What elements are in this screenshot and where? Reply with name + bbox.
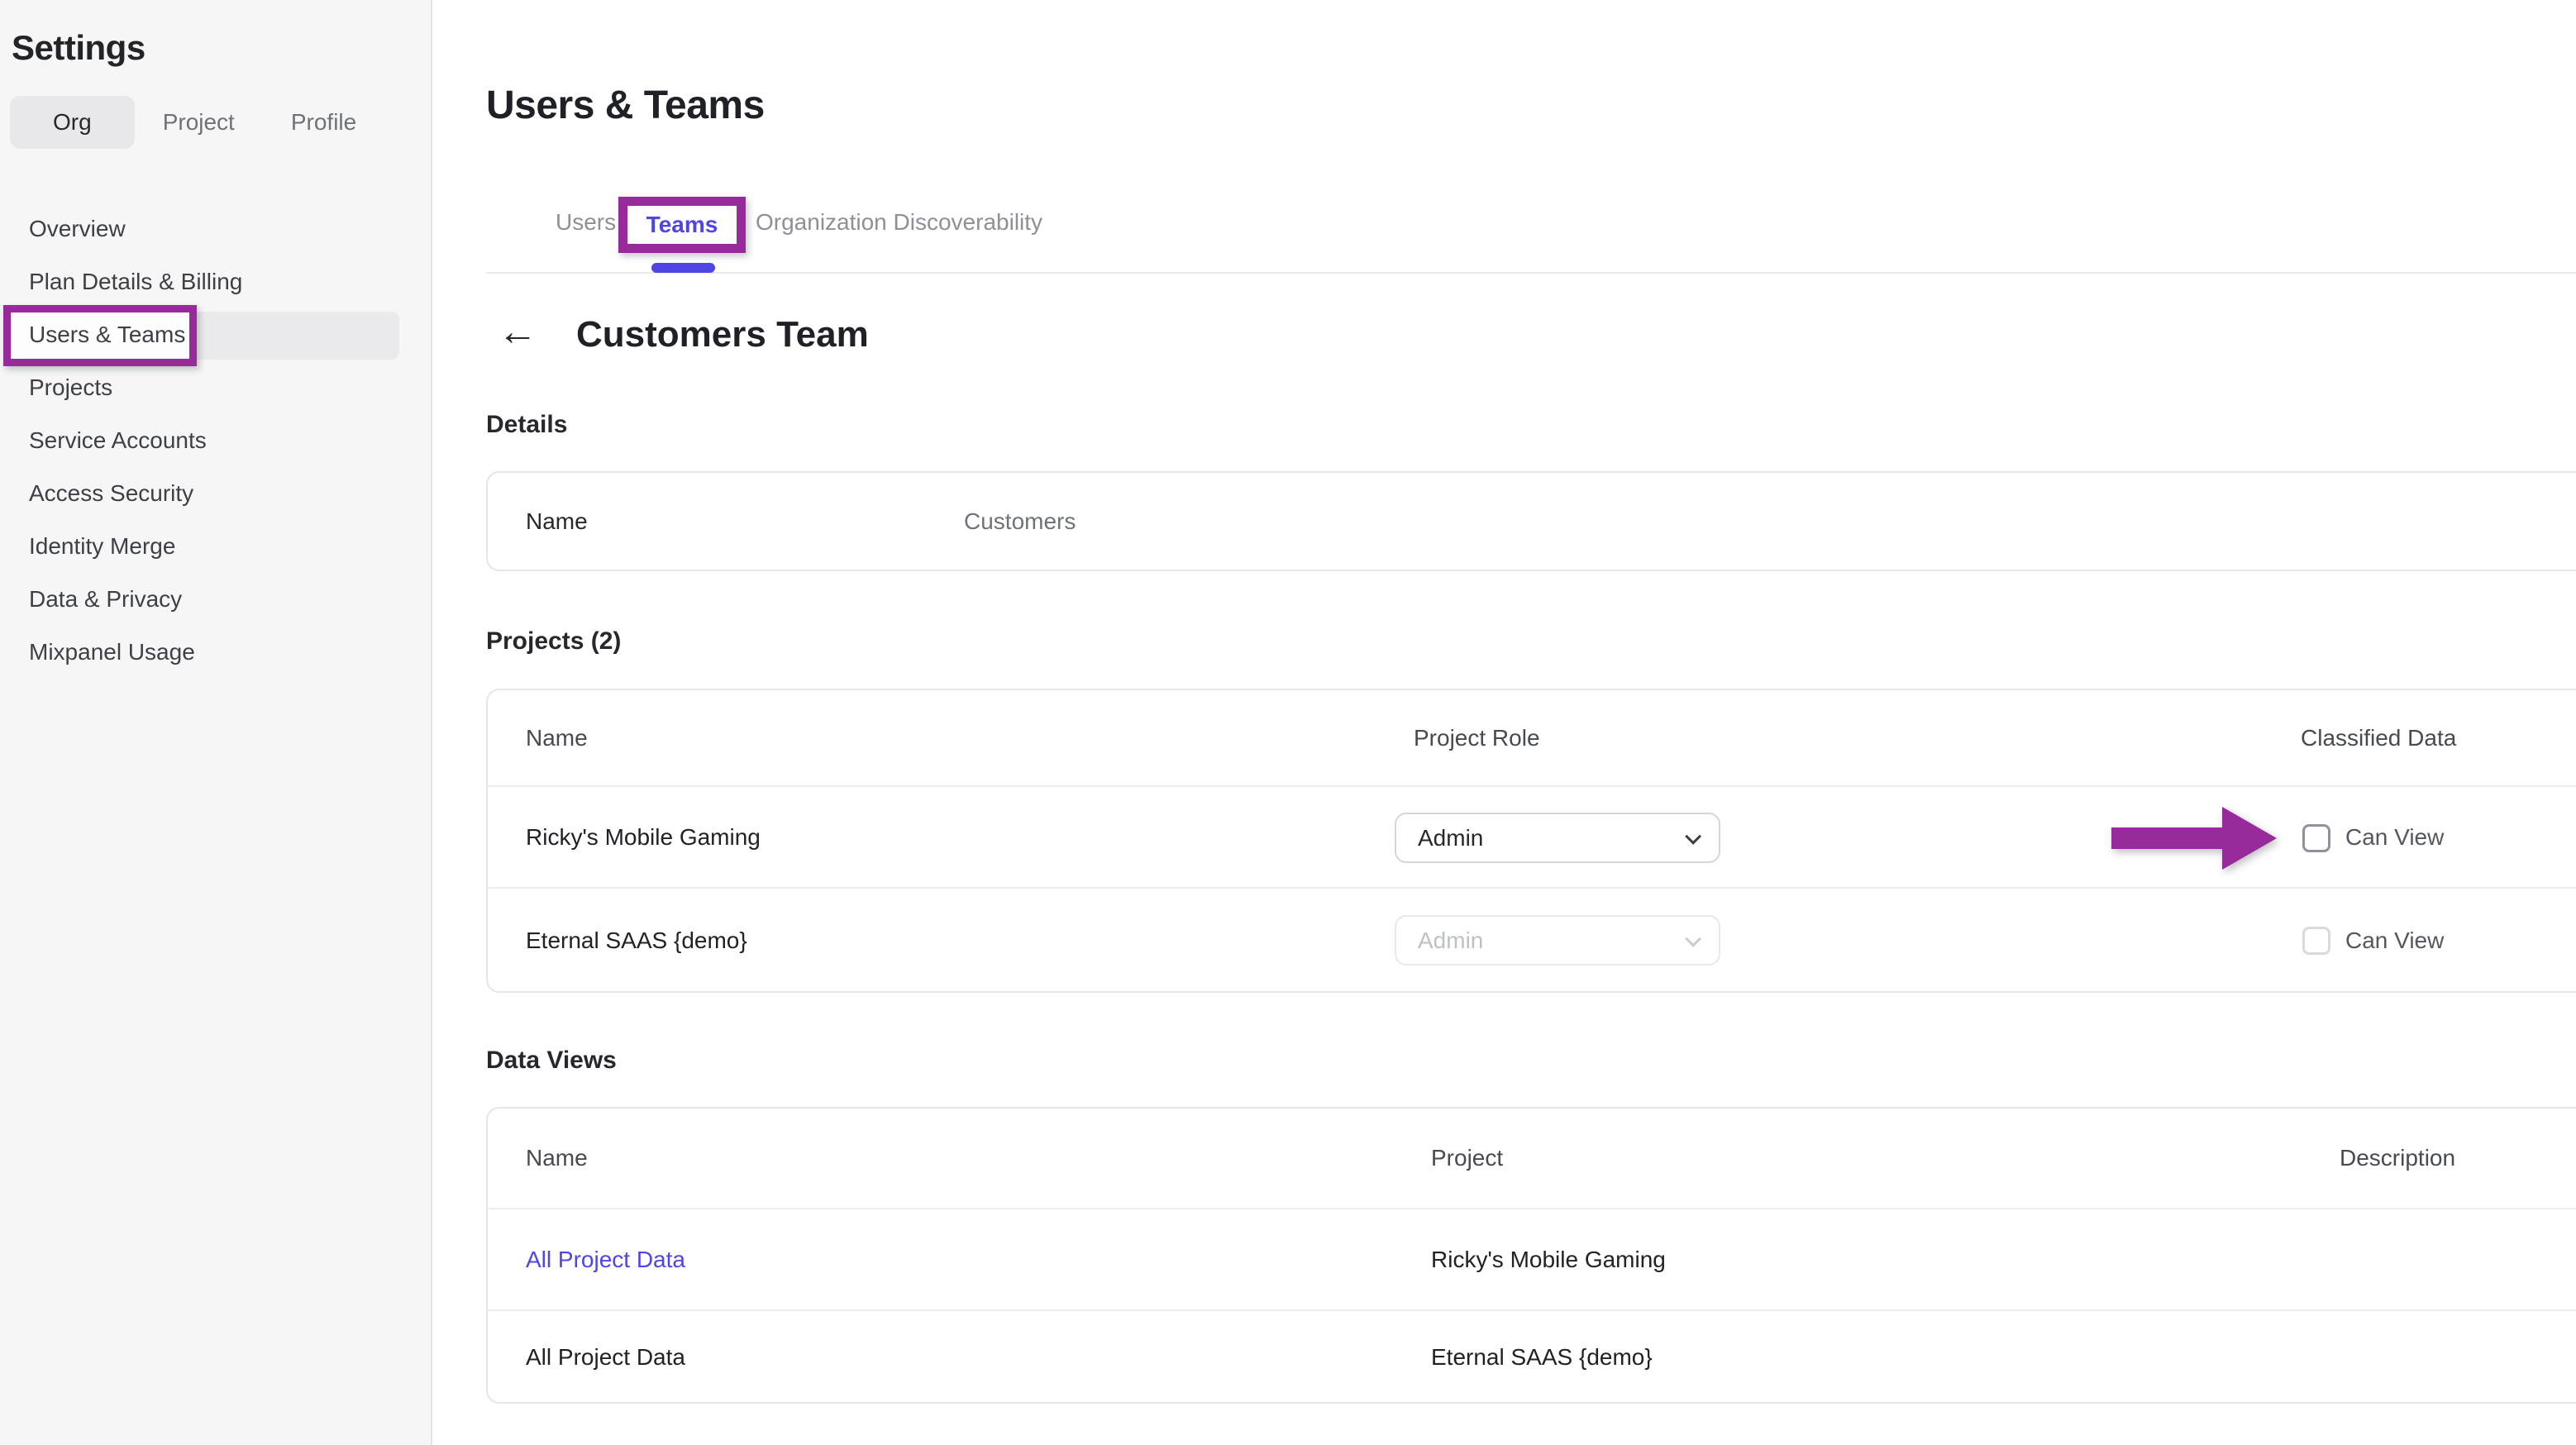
active-tab-indicator	[651, 263, 715, 273]
sidebar-item-access-security[interactable]: Access Security	[0, 467, 431, 520]
col-header-description: Description	[2340, 1109, 2455, 1208]
tab-users[interactable]: Users	[556, 204, 616, 241]
team-title: Customers Team	[576, 314, 869, 355]
data-views-table-header: Name Project Description	[488, 1109, 2576, 1209]
annotation-box-teams: Teams	[618, 197, 746, 253]
projects-table-header: Name Project Role Classified Data	[488, 690, 2576, 787]
col-header-project: Project	[1431, 1109, 1503, 1208]
data-view-row: All Project Data Eternal SAAS {demo}	[488, 1311, 2576, 1404]
project-role-value: Admin	[1418, 928, 1483, 954]
can-view-checkbox[interactable]	[2302, 824, 2330, 852]
sidebar-nav: Overview Plan Details & Billing Users & …	[0, 203, 431, 679]
tab-organization-discoverability[interactable]: Organization Discoverability	[756, 204, 1042, 241]
page-title: Users & Teams	[486, 83, 765, 128]
sidebar-item-data-privacy[interactable]: Data & Privacy	[0, 573, 431, 626]
sidebar-item-service-accounts[interactable]: Service Accounts	[0, 414, 431, 467]
details-name-value: Customers	[964, 473, 1076, 570]
data-view-project: Eternal SAAS {demo}	[1431, 1311, 1653, 1404]
sidebar-item-users-teams[interactable]: Users & Teams	[0, 308, 431, 361]
settings-sidebar: Settings Org Project Profile Overview Pl…	[0, 0, 432, 1445]
data-view-project: Ricky's Mobile Gaming	[1431, 1209, 1666, 1309]
project-row-rickys-mobile-gaming: Ricky's Mobile Gaming Admin Can View	[488, 787, 2576, 889]
scope-tab-project[interactable]: Project	[135, 96, 263, 149]
settings-title: Settings	[12, 28, 145, 68]
details-name-label: Name	[526, 473, 588, 570]
sidebar-item-overview[interactable]: Overview	[0, 203, 431, 255]
project-name: Eternal SAAS {demo}	[526, 889, 747, 993]
col-header-classified-data: Classified Data	[2301, 690, 2456, 785]
back-arrow-icon[interactable]: ←	[498, 312, 537, 352]
chevron-down-icon	[1685, 930, 1701, 947]
data-view-name-all-project-data: All Project Data	[526, 1311, 685, 1404]
project-role-value: Admin	[1418, 825, 1483, 851]
sidebar-item-plan-details-billing[interactable]: Plan Details & Billing	[0, 255, 431, 308]
data-view-link-all-project-data[interactable]: All Project Data	[526, 1209, 685, 1309]
data-view-row: All Project Data Ricky's Mobile Gaming	[488, 1209, 2576, 1311]
annotation-arrow	[2111, 807, 2277, 870]
details-heading: Details	[486, 411, 567, 439]
can-view-checkbox-disabled	[2302, 927, 2330, 955]
can-view-label: Can View	[2345, 787, 2444, 887]
col-header-project-role: Project Role	[1414, 690, 1540, 785]
project-row-eternal-saas-demo: Eternal SAAS {demo} Admin Can View	[488, 889, 2576, 993]
chevron-down-icon	[1685, 827, 1701, 844]
sidebar-item-projects[interactable]: Projects	[0, 361, 431, 414]
sidebar-item-identity-merge[interactable]: Identity Merge	[0, 520, 431, 573]
details-card: Name Customers	[486, 471, 2576, 571]
scope-tab-org[interactable]: Org	[10, 96, 135, 149]
col-header-name: Name	[526, 1109, 588, 1208]
data-views-heading: Data Views	[486, 1047, 617, 1075]
tab-bar-divider	[486, 272, 2576, 274]
project-role-select-disabled: Admin	[1395, 915, 1720, 966]
project-name: Ricky's Mobile Gaming	[526, 787, 761, 887]
col-header-name: Name	[526, 690, 588, 785]
tab-teams[interactable]: Teams	[646, 212, 718, 238]
can-view-label: Can View	[2345, 889, 2444, 993]
projects-table: Name Project Role Classified Data Ricky'…	[486, 689, 2576, 993]
data-views-table: Name Project Description All Project Dat…	[486, 1107, 2576, 1404]
settings-scope-tabs: Org Project Profile	[10, 96, 384, 149]
project-role-select[interactable]: Admin	[1395, 813, 1720, 863]
scope-tab-profile[interactable]: Profile	[263, 96, 384, 149]
projects-heading: Projects (2)	[486, 627, 621, 656]
sidebar-item-mixpanel-usage[interactable]: Mixpanel Usage	[0, 626, 431, 679]
